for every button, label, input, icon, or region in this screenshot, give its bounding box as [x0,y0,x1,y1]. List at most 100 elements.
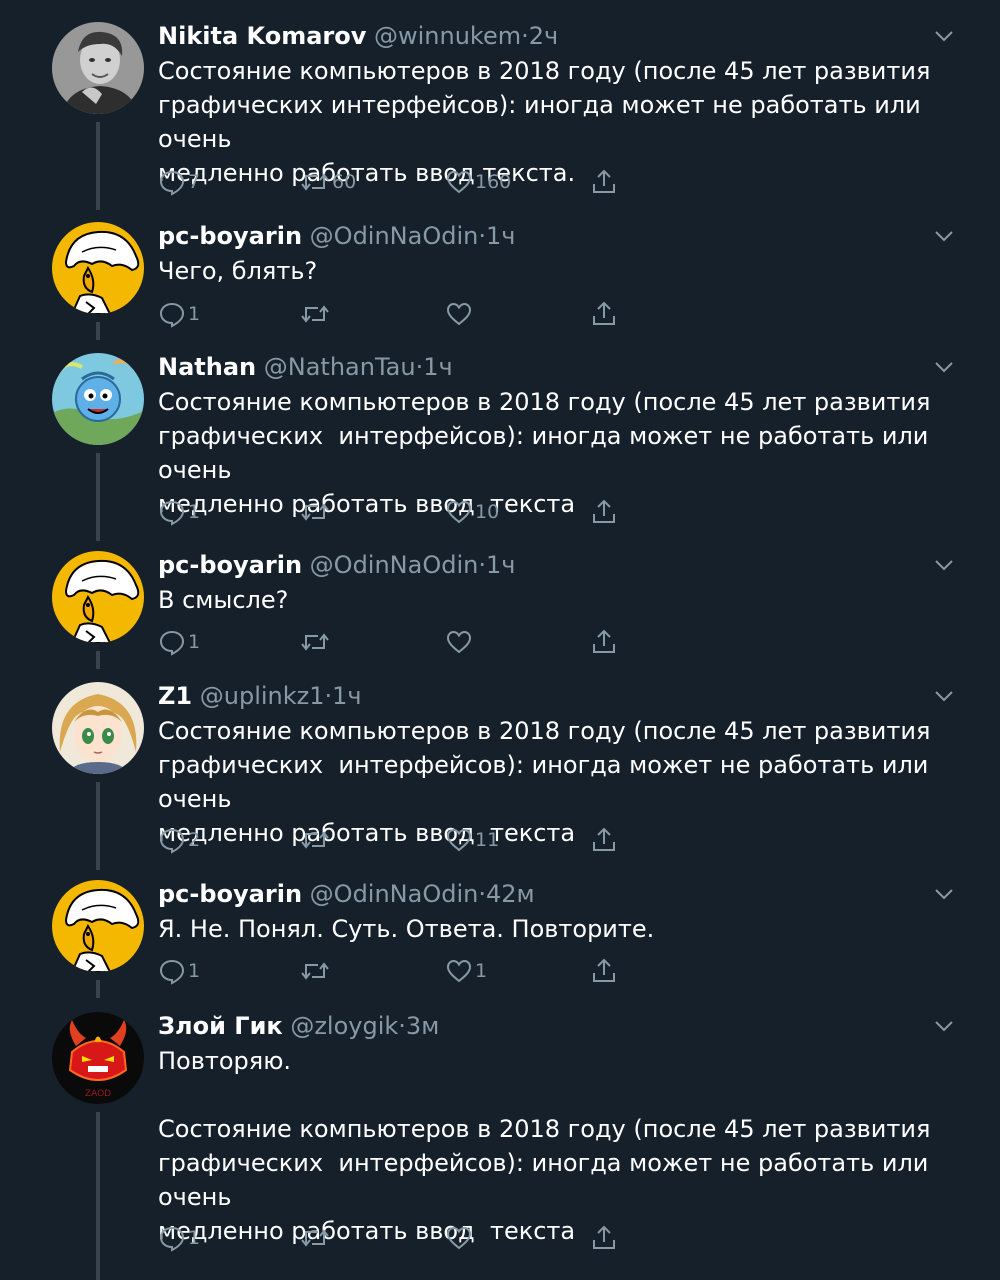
display-name[interactable]: pc-boyarin [158,222,302,250]
share-icon [593,169,615,193]
like-button[interactable]: 11 [445,824,499,856]
display-name[interactable]: Z1 [158,682,192,710]
photo-avatar-image [52,22,144,114]
retweet-icon [301,1229,329,1247]
share-button[interactable] [590,496,618,528]
heart-icon [446,302,472,326]
display-name[interactable]: pc-boyarin [158,551,302,579]
tweet-header: Nathan @NathanTau·1ч [158,351,948,383]
share-button[interactable] [590,298,618,330]
reply-count: 7 [188,171,201,193]
tweet-header: pc-boyarin @OdinNaOdin·1ч [158,220,948,252]
chevron-down-icon[interactable] [932,684,956,708]
share-button[interactable] [590,166,618,198]
tweet[interactable]: pc-boyarin @OdinNaOdin·1ч В смысле? 1 [0,529,1000,669]
avatar[interactable] [52,551,144,643]
separator-dot: · [478,551,486,579]
tweet-content: pc-boyarin @OdinNaOdin·1ч Чего, блять? [158,220,948,288]
timestamp[interactable]: 1ч [332,682,361,710]
heart-icon [446,630,472,654]
user-handle[interactable]: @zloygik [290,1012,398,1040]
user-handle[interactable]: @NathanTau [264,353,416,381]
retweet-button[interactable]: 60 [300,166,356,198]
avatar[interactable] [52,353,144,445]
chevron-down-icon[interactable] [932,1014,956,1038]
boyarin-avatar-image [52,222,144,314]
chevron-down-icon[interactable] [932,24,956,48]
tweet[interactable]: pc-boyarin @OdinNaOdin·42м Я. Не. Понял.… [0,858,1000,998]
avatar[interactable] [52,22,144,114]
thread-connector-line [96,782,100,870]
timestamp[interactable]: 1ч [423,353,452,381]
retweet-button[interactable] [300,1222,332,1254]
like-button[interactable] [445,626,475,658]
reply-button[interactable]: 1 [158,1222,200,1254]
reply-count: 1 [188,303,201,325]
timestamp[interactable]: 1ч [486,551,515,579]
like-button[interactable] [445,1222,475,1254]
like-count: 10 [475,501,500,523]
timestamp[interactable]: 2ч [529,22,558,50]
avatar[interactable] [52,880,144,972]
heart-icon [446,828,472,852]
reply-button[interactable]: 1 [158,298,200,330]
like-button[interactable] [445,298,475,330]
tweet-header: pc-boyarin @OdinNaOdin·42м [158,878,948,910]
retweet-button[interactable] [300,824,332,856]
tweet-header: Z1 @uplinkz1·1ч [158,680,948,712]
tweet-content: Злой Гик @zloygik·3м Повторяю. Состояние… [158,1010,948,1248]
display-name[interactable]: Nikita Komarov [158,22,366,50]
timestamp[interactable]: 3м [406,1012,439,1040]
avatar-column [52,22,144,114]
reply-button[interactable]: 1 [158,626,200,658]
like-button[interactable]: 10 [445,496,499,528]
share-icon [593,1225,615,1249]
timestamp[interactable]: 1ч [486,222,515,250]
display-name[interactable]: pc-boyarin [158,880,302,908]
avatar[interactable] [52,682,144,774]
like-button[interactable]: 1 [445,955,487,987]
like-count: 1 [475,960,488,982]
user-handle[interactable]: @uplinkz1 [200,682,325,710]
retweet-button[interactable] [300,626,332,658]
like-button[interactable]: 160 [445,166,511,198]
share-button[interactable] [590,955,618,987]
display-name[interactable]: Злой Гик [158,1012,283,1040]
avatar[interactable] [52,222,144,314]
share-button[interactable] [590,824,618,856]
chevron-down-icon[interactable] [932,882,956,906]
user-handle[interactable]: @OdinNaOdin [310,222,479,250]
retweet-button[interactable] [300,955,332,987]
separator-dot: · [478,880,486,908]
retweet-button[interactable] [300,496,332,528]
retweet-button[interactable] [300,298,332,330]
heart-icon [446,170,472,194]
reply-count: 1 [188,960,201,982]
tweet[interactable]: Nathan @NathanTau·1ч Состояние компьютер… [0,331,1000,541]
thread-connector-line [96,1112,100,1280]
user-handle[interactable]: @winnukem [374,22,521,50]
reply-button[interactable]: 7 [158,166,200,198]
share-button[interactable] [590,626,618,658]
chevron-down-icon[interactable] [932,224,956,248]
display-name[interactable]: Nathan [158,353,256,381]
tweet[interactable]: Z1 @uplinkz1·1ч Состояние компьютеров в … [0,660,1000,870]
reply-button[interactable]: 2 [158,824,200,856]
avatar[interactable]: ZAOD [52,1012,144,1104]
reply-button[interactable]: 1 [158,496,200,528]
timestamp[interactable]: 42м [486,880,535,908]
tweet-actions: 7 60 160 [158,166,638,198]
reply-button[interactable]: 1 [158,955,200,987]
user-handle[interactable]: @OdinNaOdin [310,551,479,579]
tweet-actions: 1 [158,298,638,330]
tweet[interactable]: ZAOD Злой Гик @zloygik·3м Повторяю. Сост… [0,990,1000,1280]
chevron-down-icon[interactable] [932,355,956,379]
separator-dot: · [478,222,486,250]
user-handle[interactable]: @OdinNaOdin [310,880,479,908]
share-button[interactable] [590,1222,618,1254]
tweet[interactable]: pc-boyarin @OdinNaOdin·1ч Чего, блять? 1 [0,200,1000,340]
avatar-column [52,222,144,314]
tweet[interactable]: Nikita Komarov @winnukem·2ч Состояние ко… [0,0,1000,210]
reply-icon [159,1226,185,1252]
chevron-down-icon[interactable] [932,553,956,577]
